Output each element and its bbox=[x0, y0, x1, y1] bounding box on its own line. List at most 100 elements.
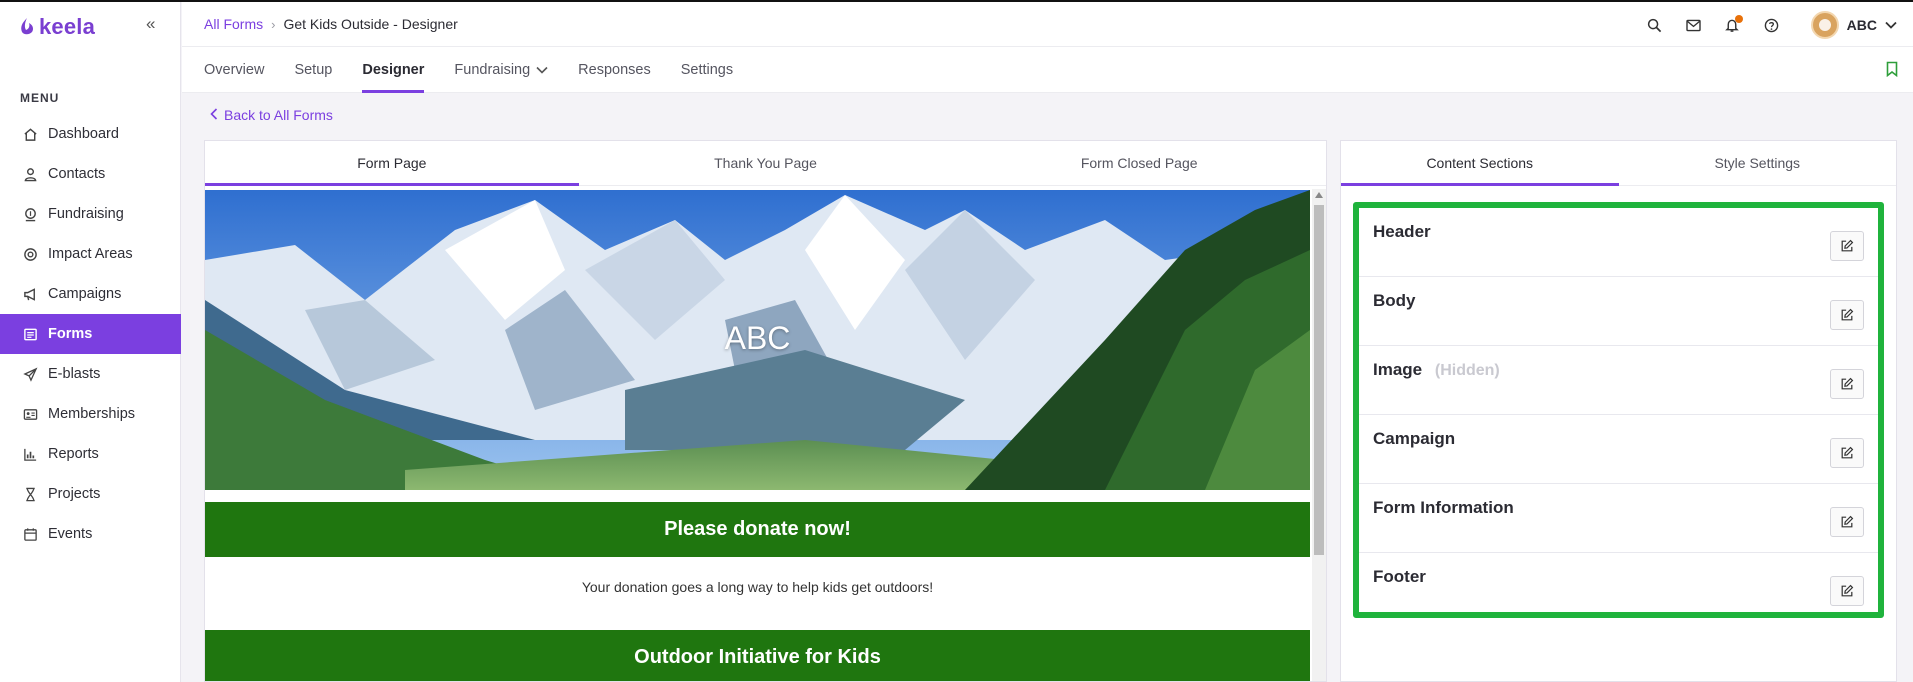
mail-icon[interactable] bbox=[1674, 19, 1713, 32]
bar-chart-icon bbox=[22, 446, 38, 462]
chevron-down-icon bbox=[536, 62, 548, 78]
section-title: Form Information bbox=[1373, 498, 1514, 517]
section-body: Body bbox=[1359, 277, 1878, 346]
sidebar-item-label: Campaigns bbox=[48, 286, 122, 302]
tab-label: Fundraising bbox=[454, 62, 531, 78]
section-title-text: Image bbox=[1373, 360, 1423, 379]
preview-tabs: Form Page Thank You Page Form Closed Pag… bbox=[205, 141, 1326, 186]
section-title: Campaign bbox=[1373, 429, 1456, 448]
sidebar-item-impact-areas[interactable]: Impact Areas bbox=[0, 234, 181, 274]
sidebar-item-contacts[interactable]: Contacts bbox=[0, 154, 181, 194]
bell-icon[interactable] bbox=[1713, 14, 1752, 33]
section-campaign: Campaign bbox=[1359, 415, 1878, 484]
tab-form-page[interactable]: Form Page bbox=[205, 141, 579, 186]
side-panel-tabs: Content Sections Style Settings bbox=[1341, 141, 1896, 186]
back-to-all-forms-link[interactable]: Back to All Forms bbox=[210, 107, 333, 123]
content-sections-list: Header Body Image (Hidden) Campaign Form… bbox=[1353, 202, 1884, 618]
paper-plane-icon bbox=[22, 366, 38, 382]
sidebar-item-label: Fundraising bbox=[48, 206, 124, 222]
content-settings-panel: Content Sections Style Settings Header B… bbox=[1340, 140, 1897, 682]
banner-text: ABC bbox=[724, 320, 791, 356]
search-icon[interactable] bbox=[1635, 18, 1674, 33]
sidebar-item-label: Events bbox=[48, 526, 93, 542]
hourglass-icon bbox=[22, 486, 38, 502]
form-icon bbox=[22, 326, 38, 342]
edit-image-button[interactable] bbox=[1830, 369, 1864, 399]
sidebar-item-projects[interactable]: Projects bbox=[0, 474, 181, 514]
sidebar-item-label: Dashboard bbox=[48, 126, 119, 142]
chevron-down-icon bbox=[1885, 16, 1897, 34]
section-footer: Footer bbox=[1359, 553, 1878, 622]
user-icon bbox=[22, 166, 38, 182]
section-title: Image (Hidden) bbox=[1373, 360, 1500, 380]
edit-icon bbox=[1841, 377, 1854, 390]
help-icon[interactable] bbox=[1752, 18, 1791, 33]
header-banner-image: ABC bbox=[205, 190, 1310, 490]
edit-icon bbox=[1841, 308, 1854, 321]
tab-content-sections[interactable]: Content Sections bbox=[1341, 141, 1619, 186]
back-link-label: Back to All Forms bbox=[224, 107, 333, 123]
sidebar-item-reports[interactable]: Reports bbox=[0, 434, 181, 474]
user-name: ABC bbox=[1846, 17, 1877, 33]
tab-settings[interactable]: Settings bbox=[681, 47, 733, 93]
top-header: All Forms › Get Kids Outside - Designer … bbox=[182, 2, 1913, 47]
sidebar: keela « MENU Dashboard Contacts Fundrais… bbox=[0, 2, 181, 682]
section-title: Footer bbox=[1373, 567, 1426, 586]
page-tabs: Overview Setup Designer Fundraising Resp… bbox=[204, 47, 733, 93]
campaign-heading-bar: Outdoor Initiative for Kids bbox=[205, 630, 1310, 681]
id-card-icon bbox=[22, 406, 38, 422]
sidebar-item-memberships[interactable]: Memberships bbox=[0, 394, 181, 434]
breadcrumb-all-forms-link[interactable]: All Forms bbox=[204, 16, 263, 32]
notification-badge bbox=[1734, 14, 1743, 23]
body-text: Your donation goes a long way to help ki… bbox=[581, 579, 934, 595]
sidebar-item-label: Forms bbox=[48, 326, 93, 342]
edit-form-information-button[interactable] bbox=[1830, 507, 1864, 537]
edit-icon bbox=[1841, 239, 1854, 252]
tab-style-settings[interactable]: Style Settings bbox=[1619, 141, 1897, 185]
sidebar-item-campaigns[interactable]: Campaigns bbox=[0, 274, 181, 314]
home-icon bbox=[22, 126, 38, 142]
hidden-label: (Hidden) bbox=[1434, 362, 1500, 379]
section-title: Header bbox=[1373, 222, 1431, 241]
megaphone-icon bbox=[22, 286, 38, 302]
tab-fundraising[interactable]: Fundraising bbox=[454, 47, 548, 93]
edit-footer-button[interactable] bbox=[1830, 576, 1864, 606]
scroll-up-arrow-icon[interactable] bbox=[1315, 192, 1323, 198]
sidebar-nav: Dashboard Contacts Fundraising Impact Ar… bbox=[0, 114, 181, 554]
tab-setup[interactable]: Setup bbox=[294, 47, 332, 93]
tab-overview[interactable]: Overview bbox=[204, 47, 264, 93]
sidebar-item-events[interactable]: Events bbox=[0, 514, 181, 554]
sidebar-item-label: Projects bbox=[48, 486, 101, 502]
user-menu[interactable]: ABC bbox=[1810, 11, 1897, 39]
calendar-icon bbox=[22, 526, 38, 542]
edit-icon bbox=[1841, 584, 1854, 597]
logo[interactable]: keela bbox=[19, 14, 95, 40]
logo-text: keela bbox=[39, 14, 96, 39]
menu-title: MENU bbox=[20, 91, 60, 105]
avatar bbox=[1810, 11, 1839, 39]
edit-body-button[interactable] bbox=[1830, 300, 1864, 330]
collapse-sidebar-icon[interactable]: « bbox=[146, 14, 155, 34]
impact-icon bbox=[22, 246, 38, 262]
sidebar-item-label: Reports bbox=[48, 446, 99, 462]
tab-responses[interactable]: Responses bbox=[578, 47, 651, 93]
sidebar-item-e-blasts[interactable]: E-blasts bbox=[0, 354, 181, 394]
section-form-information: Form Information bbox=[1359, 484, 1878, 553]
sidebar-item-dashboard[interactable]: Dashboard bbox=[0, 114, 181, 154]
tab-form-closed-page[interactable]: Form Closed Page bbox=[952, 141, 1326, 185]
chevron-right-icon: › bbox=[271, 16, 276, 32]
edit-campaign-button[interactable] bbox=[1830, 438, 1864, 468]
header-actions: ABC bbox=[1635, 11, 1913, 39]
sidebar-item-fundraising[interactable]: Fundraising bbox=[0, 194, 181, 234]
edit-header-button[interactable] bbox=[1830, 231, 1864, 261]
preview-scrollbar[interactable] bbox=[1312, 189, 1326, 681]
tab-designer[interactable]: Designer bbox=[362, 47, 425, 93]
sidebar-item-forms[interactable]: Forms bbox=[0, 314, 181, 354]
bookmark-icon[interactable] bbox=[1886, 61, 1898, 82]
section-title: Body bbox=[1373, 291, 1416, 310]
section-header: Header bbox=[1359, 208, 1878, 277]
scroll-thumb[interactable] bbox=[1314, 205, 1324, 555]
tab-thank-you-page[interactable]: Thank You Page bbox=[579, 141, 953, 185]
sidebar-item-label: E-blasts bbox=[48, 366, 101, 382]
donate-heading-bar: Please donate now! bbox=[205, 502, 1310, 557]
